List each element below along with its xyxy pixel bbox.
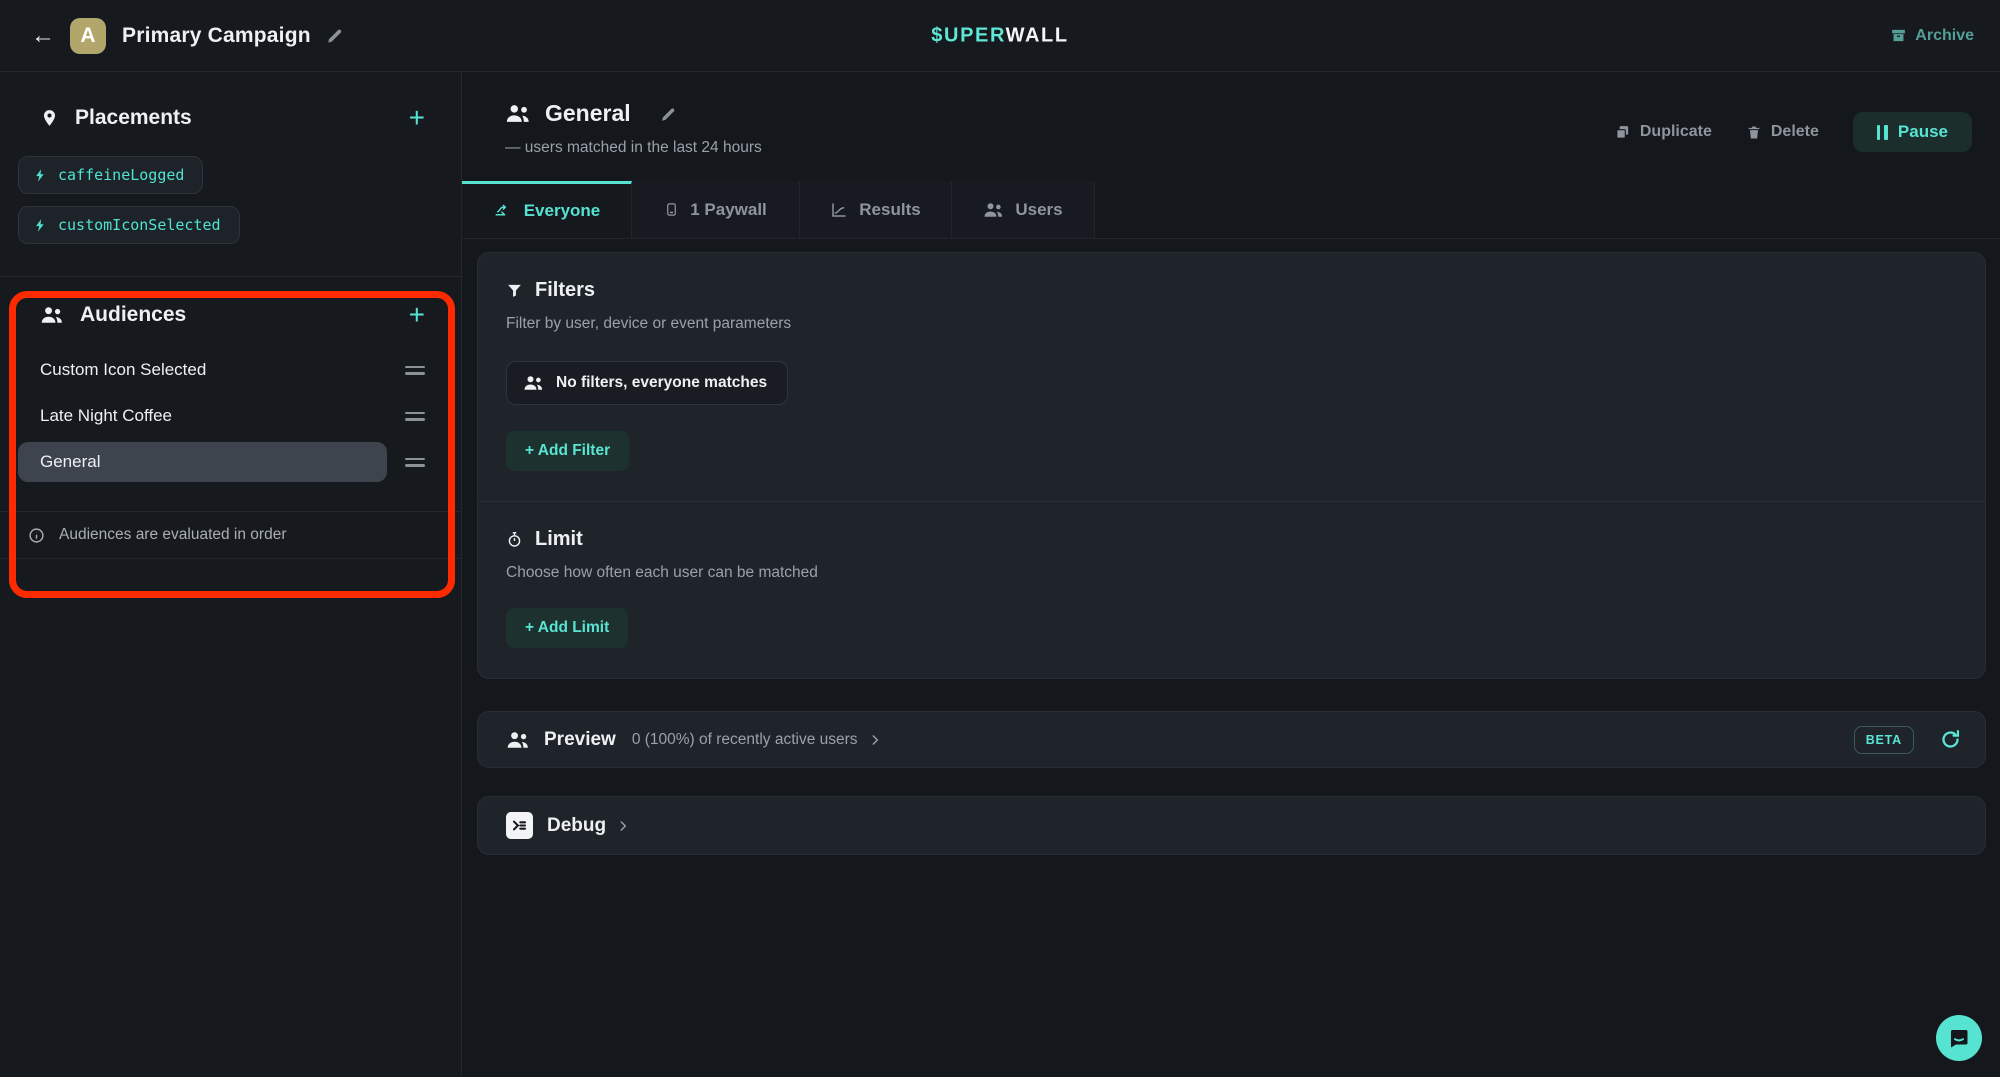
placements-header: Placements + bbox=[0, 72, 461, 130]
edit-audience-icon[interactable] bbox=[659, 105, 677, 123]
duplicate-icon bbox=[1614, 124, 1631, 141]
info-icon bbox=[28, 527, 45, 544]
placement-chip[interactable]: customIconSelected bbox=[18, 206, 240, 244]
superwall-campaign-page: ← A Primary Campaign $UPERWALL Archive P… bbox=[0, 0, 2000, 1077]
refresh-icon[interactable] bbox=[1940, 729, 1961, 750]
filters-limit-card: Filters Filter by user, device or event … bbox=[477, 252, 1986, 679]
sidebar: Placements + caffeineLogged customIconSe… bbox=[0, 72, 462, 1077]
chevron-right-icon bbox=[616, 819, 630, 833]
drag-handle-icon[interactable] bbox=[405, 366, 425, 375]
limit-title: Limit bbox=[535, 528, 583, 551]
tab-bar: Everyone 1 Paywall Results bbox=[462, 181, 2000, 239]
audience-actions: Duplicate Delete Pause bbox=[1614, 112, 1972, 152]
funnel-icon bbox=[506, 282, 523, 299]
audience-item-custom-icon-selected[interactable]: Custom Icon Selected bbox=[18, 350, 387, 390]
preview-title: Preview bbox=[544, 729, 616, 751]
placement-list: caffeineLogged customIconSelected bbox=[18, 156, 461, 244]
tab-results[interactable]: Results bbox=[800, 181, 952, 238]
filters-section: Filters Filter by user, device or event … bbox=[478, 253, 1985, 501]
placements-title: Placements bbox=[75, 106, 192, 130]
tab-everyone[interactable]: Everyone bbox=[462, 181, 632, 238]
stopwatch-icon bbox=[506, 530, 523, 549]
flow-arrow-icon bbox=[493, 202, 513, 220]
audience-row: Late Night Coffee bbox=[18, 393, 425, 439]
tab-paywall[interactable]: 1 Paywall bbox=[632, 181, 800, 238]
audiences-title: Audiences bbox=[80, 303, 186, 327]
drag-handle-icon[interactable] bbox=[405, 412, 425, 421]
chevron-right-icon bbox=[868, 733, 882, 747]
pause-icon bbox=[1877, 125, 1888, 140]
tab-users[interactable]: Users bbox=[952, 181, 1095, 238]
audience-item-general[interactable]: General bbox=[18, 442, 387, 482]
delete-button[interactable]: Delete bbox=[1746, 123, 1819, 141]
chat-launcher-button[interactable] bbox=[1936, 1015, 1982, 1061]
edit-campaign-icon[interactable] bbox=[325, 26, 344, 45]
filters-subtitle: Filter by user, device or event paramete… bbox=[506, 315, 1955, 333]
campaign-title: Primary Campaign bbox=[122, 24, 311, 48]
people-icon bbox=[505, 104, 531, 123]
audience-list: Custom Icon Selected Late Night Coffee G… bbox=[18, 347, 425, 485]
preview-card[interactable]: Preview 0 (100%) of recently active user… bbox=[477, 711, 1986, 768]
add-limit-button[interactable]: + Add Limit bbox=[506, 608, 628, 648]
audience-row: Custom Icon Selected bbox=[18, 347, 425, 393]
superwall-logo: $UPERWALL bbox=[931, 24, 1068, 47]
main-panel: General — users matched in the last 24 h… bbox=[462, 72, 2000, 1077]
trash-icon bbox=[1746, 124, 1762, 141]
terminal-icon bbox=[506, 812, 533, 839]
audience-item-late-night-coffee[interactable]: Late Night Coffee bbox=[18, 396, 387, 436]
limit-section: Limit Choose how often each user can be … bbox=[478, 502, 1985, 678]
lightning-icon bbox=[33, 167, 48, 184]
audience-header: General — users matched in the last 24 h… bbox=[462, 72, 2000, 157]
people-icon bbox=[523, 375, 544, 391]
drag-handle-icon[interactable] bbox=[405, 458, 425, 467]
pause-button[interactable]: Pause bbox=[1853, 112, 1972, 152]
back-button[interactable]: ← bbox=[26, 19, 60, 53]
audiences-note: Audiences are evaluated in order bbox=[0, 511, 461, 559]
add-audience-button[interactable]: + bbox=[409, 305, 425, 325]
people-icon bbox=[40, 306, 64, 324]
add-placement-button[interactable]: + bbox=[409, 108, 425, 128]
debug-card[interactable]: Debug bbox=[477, 796, 1986, 855]
filters-title: Filters bbox=[535, 279, 595, 302]
preview-subtitle: 0 (100%) of recently active users bbox=[632, 731, 858, 749]
app-avatar[interactable]: A bbox=[70, 18, 106, 54]
location-pin-icon bbox=[40, 107, 59, 129]
limit-subtitle: Choose how often each user can be matche… bbox=[506, 564, 1955, 582]
chat-bubble-icon bbox=[1947, 1026, 1971, 1050]
archive-icon bbox=[1890, 27, 1907, 44]
chart-icon bbox=[830, 201, 848, 219]
audience-row: General bbox=[18, 439, 425, 485]
debug-title: Debug bbox=[547, 815, 606, 837]
tab-content: Filters Filter by user, device or event … bbox=[462, 239, 2000, 855]
add-filter-button[interactable]: + Add Filter bbox=[506, 431, 629, 471]
people-icon bbox=[506, 731, 530, 749]
beta-badge: BETA bbox=[1854, 726, 1914, 754]
no-filters-chip: No filters, everyone matches bbox=[506, 361, 788, 405]
top-bar: ← A Primary Campaign $UPERWALL Archive bbox=[0, 0, 2000, 72]
audiences-header: Audiences + bbox=[0, 277, 461, 327]
phone-icon bbox=[664, 200, 679, 219]
people-icon bbox=[983, 202, 1004, 218]
audience-subtitle: — users matched in the last 24 hours bbox=[505, 139, 762, 157]
lightning-icon bbox=[33, 217, 48, 234]
duplicate-button[interactable]: Duplicate bbox=[1614, 123, 1712, 141]
placement-chip[interactable]: caffeineLogged bbox=[18, 156, 203, 194]
archive-button[interactable]: Archive bbox=[1890, 27, 1974, 45]
audience-title: General bbox=[545, 100, 631, 127]
